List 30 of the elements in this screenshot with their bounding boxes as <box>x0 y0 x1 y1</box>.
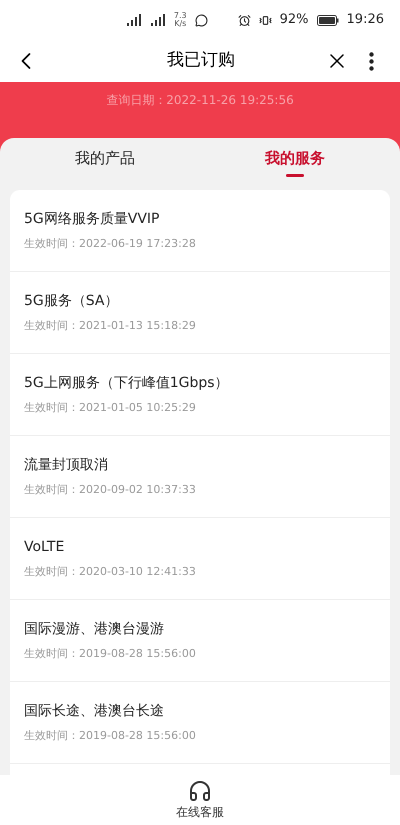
more-icon <box>368 52 374 70</box>
alarm-icon <box>238 14 251 26</box>
service-name: 5G网络服务质量VVIP <box>24 210 160 229</box>
signal-icon <box>150 14 166 26</box>
signal-icon <box>126 14 142 26</box>
tab[interactable]: 我的服务 <box>200 138 390 186</box>
effective-time: 生效时间：2020-09-02 10:37:33 <box>24 482 197 498</box>
tab[interactable]: 我的产品 <box>10 138 200 186</box>
battery-percent: 92% <box>280 11 309 30</box>
clock: 19:26 <box>346 11 384 30</box>
effective-time: 生效时间：2019-08-28 15:56:00 <box>24 728 197 744</box>
network-speed: 7.3 K/s <box>174 12 187 28</box>
effective-time: 生效时间：2022-06-19 17:23:28 <box>24 236 197 252</box>
service-name: 5G上网服务（下行峰值1Gbps） <box>24 374 230 393</box>
online-service-button[interactable]: 在线客服 <box>176 775 224 825</box>
service-name: 国际漫游、港澳台漫游 <box>24 620 165 639</box>
effective-time: 生效时间：2020-03-10 12:41:33 <box>24 564 197 580</box>
service-name: 5G服务（SA） <box>24 292 120 311</box>
battery-icon <box>316 14 339 26</box>
service-name: 国际长途、港澳台长途 <box>24 702 165 721</box>
page-title: 我已订购 <box>166 49 236 72</box>
headset-icon <box>188 779 212 803</box>
vibrate-icon <box>258 14 272 26</box>
effective-time: 生效时间：2021-01-05 10:25:29 <box>24 400 197 416</box>
query-date: 查询日期：2022-11-26 19:25:56 <box>106 92 294 108</box>
effective-time: 生效时间：2021-01-13 15:18:29 <box>24 318 197 334</box>
chat-icon <box>194 14 208 26</box>
service-name: VoLTE <box>24 538 66 557</box>
effective-time: 生效时间：2019-08-28 15:56:00 <box>24 646 197 662</box>
service-name: 流量封顶取消 <box>24 456 109 475</box>
